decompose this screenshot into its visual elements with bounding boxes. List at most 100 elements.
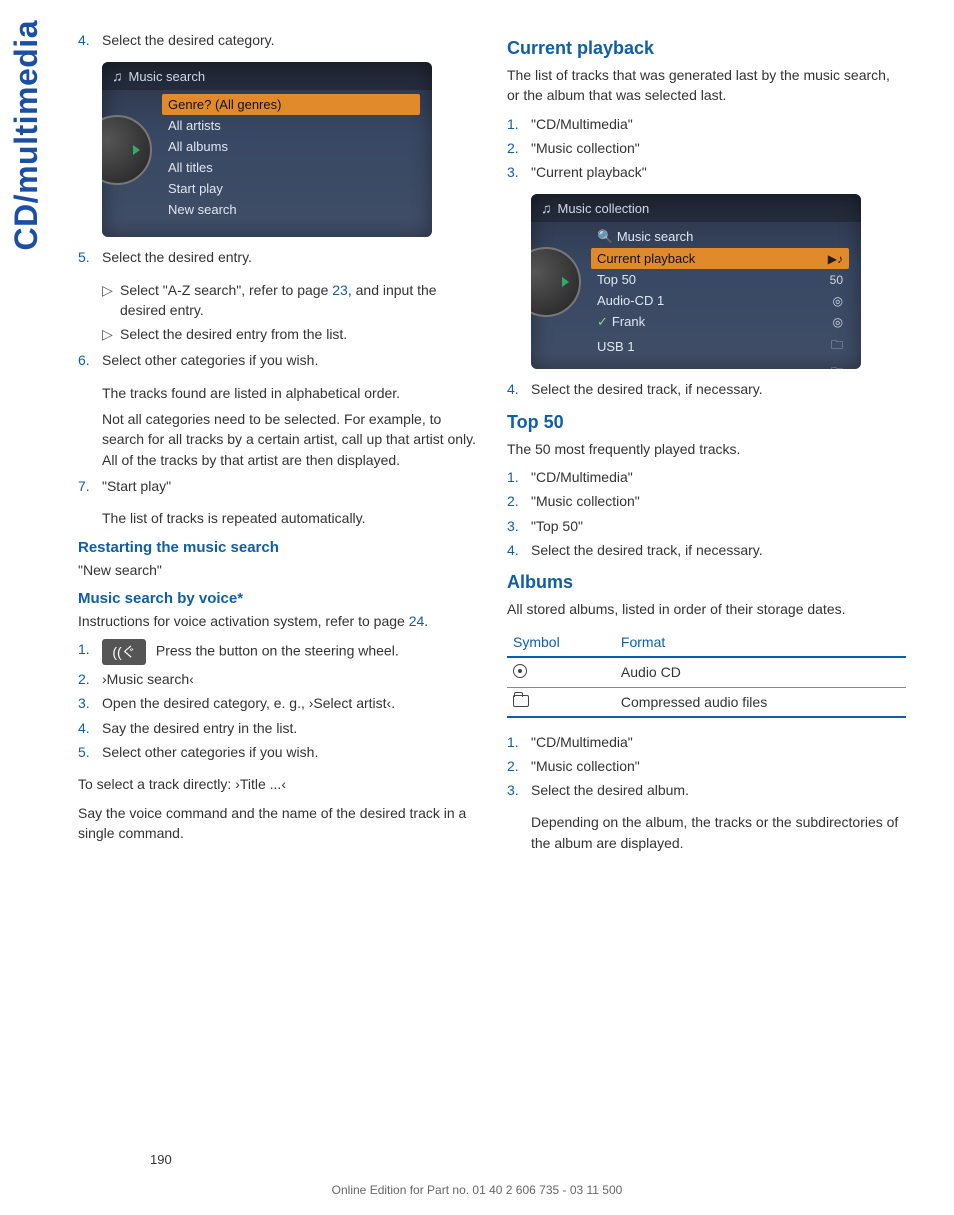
cp-step-3: "Current playback" <box>531 162 906 182</box>
heading-restarting: Restarting the music search <box>78 539 477 556</box>
alb-step-2: "Music collection" <box>531 756 906 776</box>
folder-icon: 🗀 <box>831 336 843 357</box>
top50-body: The 50 most frequently played tracks. <box>507 439 906 459</box>
table-cell-format: Compressed audio files <box>615 687 906 717</box>
screen1-row: All artists <box>162 115 420 136</box>
t50-step-num-1: 1. <box>507 467 531 487</box>
step-6-para1: The tracks found are listed in alphabeti… <box>102 383 477 403</box>
screen2-row: Top 5050 <box>591 269 849 290</box>
now-playing-icon: ▶♪ <box>828 252 843 266</box>
table-head-format: Format <box>615 628 906 657</box>
t50-step-num-3: 3. <box>507 516 531 536</box>
step-number-7: 7. <box>78 476 102 496</box>
voice-step-num-1: 1. <box>78 639 102 659</box>
albums-tail: Depending on the album, the tracks or th… <box>531 812 906 853</box>
cp-step-2: "Music collection" <box>531 138 906 158</box>
albums-body: All stored albums, listed in order of th… <box>507 599 906 619</box>
voice-step-num-2: 2. <box>78 669 102 689</box>
format-table: Symbol Format Audio CD Compressed audio … <box>507 628 906 718</box>
alb-step-num-1: 1. <box>507 732 531 752</box>
screen1-row: All titles <box>162 157 420 178</box>
t50-step-1: "CD/Multimedia" <box>531 467 906 487</box>
voice-tail-2: Say the voice command and the name of th… <box>78 803 477 844</box>
voice-step-num-4: 4. <box>78 718 102 738</box>
current-playback-body: The list of tracks that was generated la… <box>507 65 906 106</box>
triangle-bullet-icon: ▷ <box>102 324 120 344</box>
t50-step-2: "Music collection" <box>531 491 906 511</box>
table-cell-symbol <box>507 657 615 688</box>
step-7-text: "Start play" <box>102 476 477 496</box>
step-6-text: Select other categories if you wish. <box>102 350 477 370</box>
table-row: Audio CD <box>507 657 906 688</box>
table-cell-symbol <box>507 687 615 717</box>
voice-step-num-5: 5. <box>78 742 102 762</box>
heading-voice: Music search by voice* <box>78 590 477 607</box>
step-5-text: Select the desired entry. <box>102 247 477 267</box>
voice-step-2: ›Music search‹ <box>102 669 477 689</box>
screen1-row: All albums <box>162 136 420 157</box>
folder-icon: 🗀 <box>831 363 843 369</box>
screen2-row: ✓Frank◎ <box>591 311 849 333</box>
voice-button-icon: ((ぐ <box>102 639 146 665</box>
t50-step-num-4: 4. <box>507 540 531 560</box>
right-column: Current playback The list of tracks that… <box>507 30 906 859</box>
page-ref-23[interactable]: 23 <box>332 282 348 298</box>
heading-albums: Albums <box>507 572 906 593</box>
footer-text: Online Edition for Part no. 01 40 2 606 … <box>0 1183 954 1197</box>
heading-current-playback: Current playback <box>507 38 906 59</box>
music-icon: ♫ <box>541 200 552 216</box>
t50-step-4: Select the desired track, if necessary. <box>531 540 906 560</box>
screen2-row: Audio-CD 1◎ <box>591 290 849 311</box>
voice-step-4: Say the desired entry in the list. <box>102 718 477 738</box>
screen1-row: Genre? (All genres) <box>162 94 420 115</box>
alb-step-num-3: 3. <box>507 780 531 800</box>
voice-step-1: ((ぐ Press the button on the steering whe… <box>102 639 477 665</box>
t50-step-num-2: 2. <box>507 491 531 511</box>
screen2-row: 🔍 Music search <box>591 226 849 248</box>
restart-body: "New search" <box>78 560 477 580</box>
step-number-5: 5. <box>78 247 102 267</box>
alb-step-1: "CD/Multimedia" <box>531 732 906 752</box>
table-row: Compressed audio files <box>507 687 906 717</box>
table-head-symbol: Symbol <box>507 628 615 657</box>
step-5-sub2: Select the desired entry from the list. <box>120 324 347 344</box>
step-7-para: The list of tracks is repeated automatic… <box>102 508 477 528</box>
cp-step-num-1: 1. <box>507 114 531 134</box>
cp-step-num-4: 4. <box>507 379 531 399</box>
step-number-6: 6. <box>78 350 102 370</box>
screenshot-music-collection: ♫ Music collection 🔍 Music search Curren… <box>531 194 861 369</box>
cp-step-1: "CD/Multimedia" <box>531 114 906 134</box>
cp-step-num-2: 2. <box>507 138 531 158</box>
screen1-row: New search <box>162 199 420 220</box>
step-6-para2: Not all categories need to be selected. … <box>102 409 477 470</box>
top50-count: 50 <box>830 273 843 287</box>
voice-step-5: Select other categories if you wish. <box>102 742 477 762</box>
step-5-sub1: Select "A-Z search", refer to page 23, a… <box>120 280 477 321</box>
triangle-bullet-icon: ▷ <box>102 280 120 300</box>
disc-icon: ◎ <box>833 294 843 308</box>
step-number-4: 4. <box>78 30 102 50</box>
screen2-row: LIEBLINGSSONGS🗀 <box>591 360 849 369</box>
left-column: 4. Select the desired category. ♫ Music … <box>78 30 477 859</box>
disc-icon <box>513 664 527 678</box>
page-ref-24[interactable]: 24 <box>409 613 425 629</box>
step-4-text: Select the desired category. <box>102 30 477 50</box>
cp-step-4: Select the desired track, if necessary. <box>531 379 906 399</box>
t50-step-3: "Top 50" <box>531 516 906 536</box>
voice-intro: Instructions for voice activation system… <box>78 611 477 631</box>
side-tab: CD/multimedia <box>8 20 45 251</box>
cp-step-num-3: 3. <box>507 162 531 182</box>
screen1-row: Start play <box>162 178 420 199</box>
screenshot-music-search: ♫ Music search Genre? (All genres) All a… <box>102 62 432 237</box>
folder-icon <box>513 695 529 707</box>
voice-tail-1: To select a track directly: ›Title ...‹ <box>78 774 477 794</box>
check-icon: ✓ <box>597 314 608 329</box>
screen1-title: Music search <box>129 69 206 84</box>
disc-icon: ◎ <box>833 315 843 329</box>
music-icon: ♫ <box>112 68 123 84</box>
heading-top-50: Top 50 <box>507 412 906 433</box>
table-cell-format: Audio CD <box>615 657 906 688</box>
screen2-row: USB 1🗀 <box>591 333 849 360</box>
voice-step-num-3: 3. <box>78 693 102 713</box>
voice-step-3: Open the desired category, e. g., ›Selec… <box>102 693 477 713</box>
